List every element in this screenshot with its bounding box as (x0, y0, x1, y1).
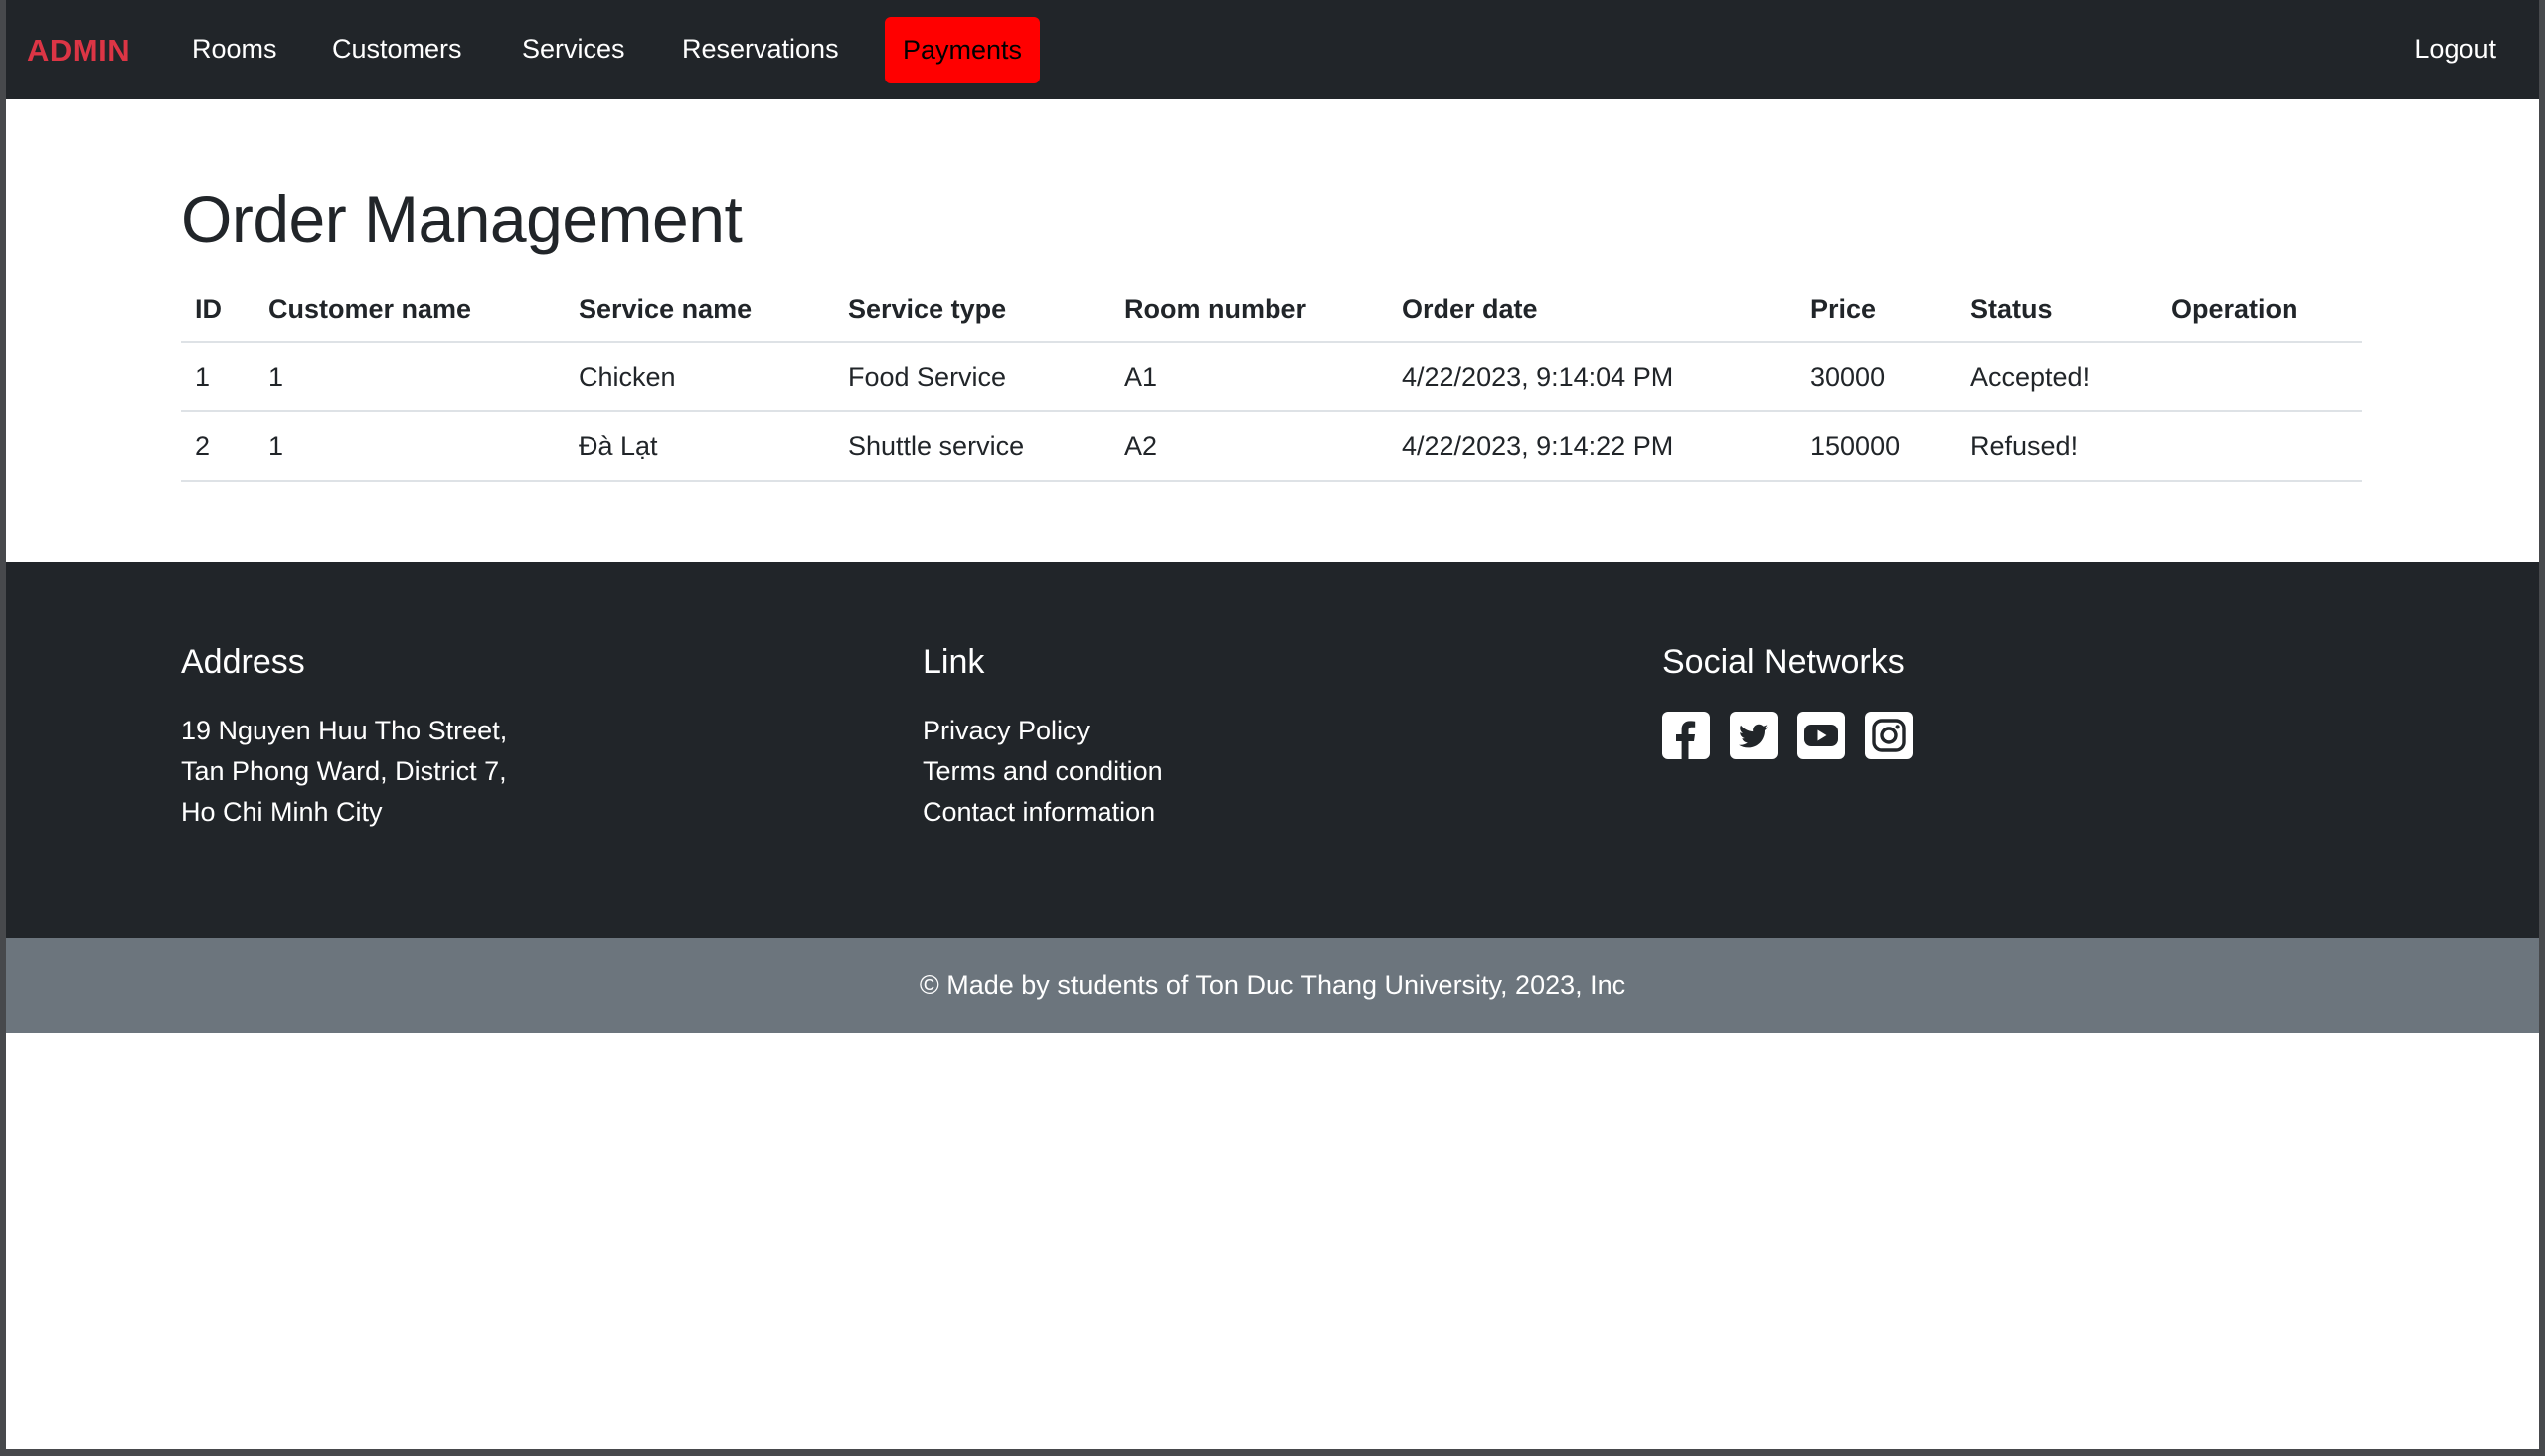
cell-room-number: A2 (1110, 411, 1388, 482)
cell-service-type: Food Service (834, 342, 1110, 412)
column-header-room-number: Room number (1110, 278, 1388, 343)
footer-links: Privacy Policy Terms and condition Conta… (923, 711, 1163, 833)
column-header-price: Price (1796, 278, 1956, 343)
cell-price: 150000 (1796, 411, 1956, 482)
footer-social-title: Social Networks (1662, 643, 1905, 681)
cell-operation (2157, 411, 2362, 482)
cell-order-date: 4/22/2023, 9:14:04 PM (1388, 342, 1796, 412)
nav-link-reservations[interactable]: Reservations (682, 34, 839, 65)
address-line: Tan Phong Ward, District 7, (181, 756, 507, 786)
nav-link-customers[interactable]: Customers (332, 34, 462, 65)
footer-address-title: Address (181, 643, 305, 681)
copyright-bar: © Made by students of Ton Duc Thang Univ… (6, 938, 2539, 1033)
brand-logo[interactable]: ADMIN (27, 33, 130, 69)
cell-operation (2157, 342, 2362, 412)
footer-link-terms[interactable]: Terms and condition (923, 751, 1163, 792)
column-header-order-date: Order date (1388, 278, 1796, 343)
cell-order-date: 4/22/2023, 9:14:22 PM (1388, 411, 1796, 482)
cell-status: Refused! (1956, 411, 2157, 482)
logout-link[interactable]: Logout (2414, 34, 2496, 65)
browser-viewport: ADMIN Rooms Customers Services Reservati… (6, 0, 2539, 1449)
orders-table: ID Customer name Service name Service ty… (181, 278, 2362, 482)
column-header-operation: Operation (2157, 278, 2362, 343)
column-header-service-type: Service type (834, 278, 1110, 343)
page-title: Order Management (181, 182, 743, 255)
social-icons (1662, 712, 1913, 759)
column-header-id: ID (181, 278, 254, 343)
cell-price: 30000 (1796, 342, 1956, 412)
nav-link-rooms[interactable]: Rooms (192, 34, 277, 65)
table-row: 2 1 Đà Lạt Shuttle service A2 4/22/2023,… (181, 411, 2362, 482)
table-row: 1 1 Chicken Food Service A1 4/22/2023, 9… (181, 342, 2362, 412)
facebook-icon[interactable] (1662, 712, 1710, 759)
cell-customer-name: 1 (254, 411, 565, 482)
cell-service-name: Chicken (565, 342, 834, 412)
youtube-icon[interactable] (1797, 712, 1845, 759)
cell-customer-name: 1 (254, 342, 565, 412)
footer-link-title: Link (923, 643, 985, 681)
footer-link-contact[interactable]: Contact information (923, 792, 1163, 833)
cell-id: 2 (181, 411, 254, 482)
column-header-customer-name: Customer name (254, 278, 565, 343)
footer-link-privacy-policy[interactable]: Privacy Policy (923, 711, 1163, 751)
twitter-icon[interactable] (1730, 712, 1778, 759)
address-line: Ho Chi Minh City (181, 797, 383, 827)
cell-id: 1 (181, 342, 254, 412)
cell-status: Accepted! (1956, 342, 2157, 412)
cell-service-name: Đà Lạt (565, 411, 834, 482)
column-header-status: Status (1956, 278, 2157, 343)
nav-link-payments[interactable]: Payments (885, 17, 1040, 83)
footer-address: 19 Nguyen Huu Tho Street, Tan Phong Ward… (181, 711, 507, 833)
column-header-service-name: Service name (565, 278, 834, 343)
top-navbar: ADMIN Rooms Customers Services Reservati… (6, 0, 2539, 99)
cell-service-type: Shuttle service (834, 411, 1110, 482)
cell-room-number: A1 (1110, 342, 1388, 412)
site-footer: Address 19 Nguyen Huu Tho Street, Tan Ph… (6, 562, 2539, 938)
table-header-row: ID Customer name Service name Service ty… (181, 278, 2362, 343)
instagram-icon[interactable] (1865, 712, 1913, 759)
nav-link-services[interactable]: Services (522, 34, 625, 65)
address-line: 19 Nguyen Huu Tho Street, (181, 716, 508, 745)
